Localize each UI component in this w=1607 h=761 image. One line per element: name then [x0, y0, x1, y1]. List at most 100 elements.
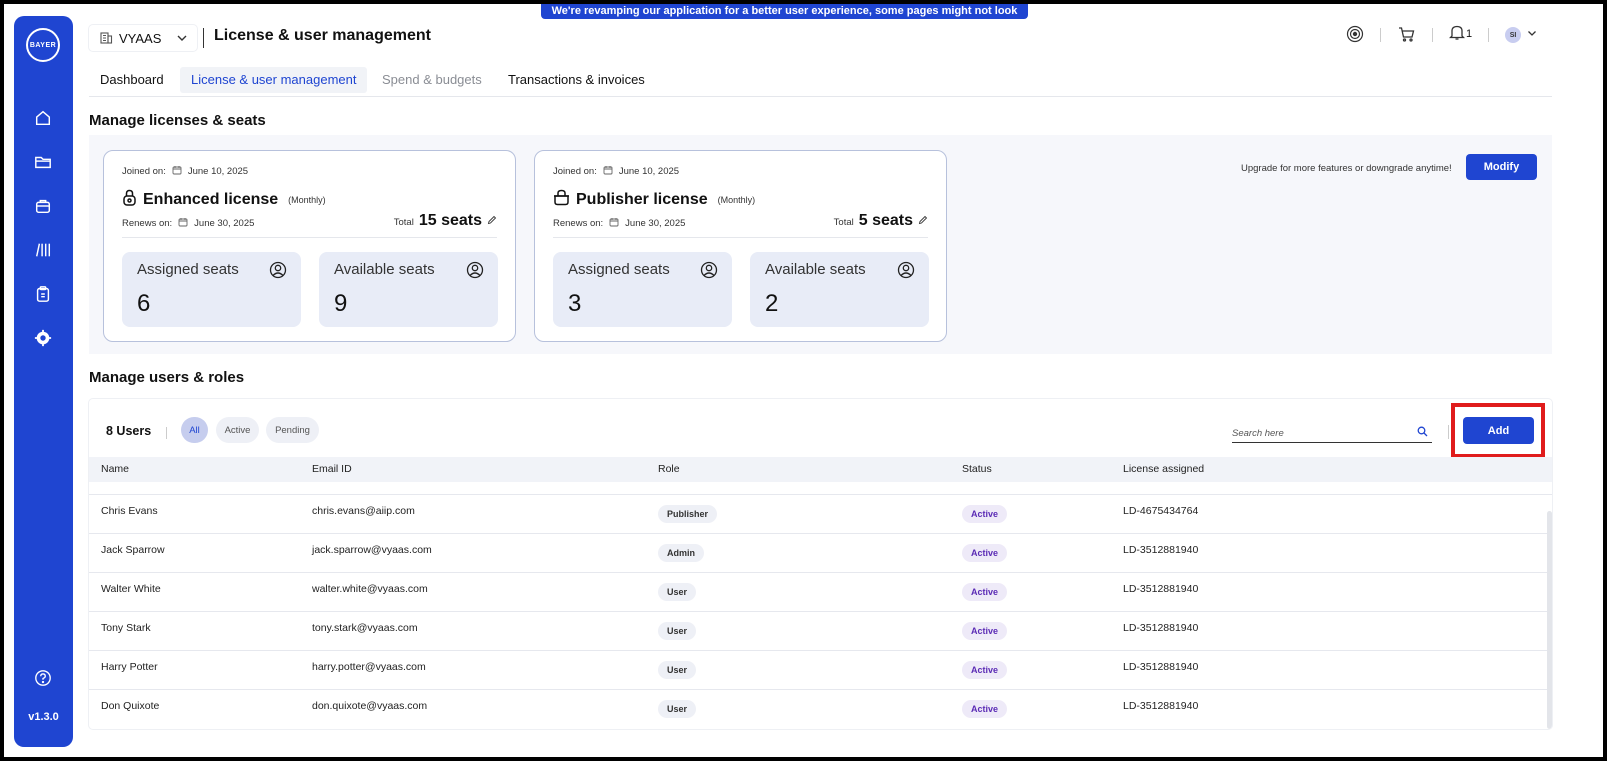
users-count: 8 Users: [106, 424, 152, 438]
sidebar: BAYER v1.3.0: [14, 16, 73, 747]
role-badge: User: [658, 622, 697, 640]
assigned-seats-box: Assigned seats 6: [122, 252, 301, 327]
edit-icon[interactable]: [487, 212, 497, 230]
edit-icon[interactable]: [918, 212, 928, 230]
licenses-panel: Joined on: June 10, 2025 Enhanced licens…: [89, 135, 1552, 354]
calendar-icon: [603, 165, 613, 178]
calendar-icon: [178, 217, 188, 230]
filter-pending[interactable]: Pending: [266, 417, 319, 443]
license-name: Publisher license (Monthly): [553, 189, 755, 211]
org-selector[interactable]: VYAAS: [89, 25, 197, 51]
status-badge: Active: [962, 700, 1008, 718]
status-badge: Active: [962, 622, 1008, 640]
table-scrollbar[interactable]: [1547, 511, 1552, 729]
calendar-icon: [172, 165, 182, 178]
available-seats-box: Available seats 2: [750, 252, 929, 327]
publisher-icon: [553, 189, 570, 211]
header-separator: [1380, 28, 1381, 42]
role-badge: Admin: [658, 544, 704, 562]
status-badge: Active: [962, 583, 1008, 601]
settings-icon[interactable]: [33, 328, 53, 348]
home-icon[interactable]: [33, 108, 53, 128]
status-badge: Active: [962, 505, 1008, 523]
table-row[interactable]: Harry Potter harry.potter@vyaas.com User…: [89, 650, 1552, 689]
cart-icon[interactable]: [1398, 25, 1415, 43]
licenses-section-title: Manage licenses & seats: [89, 112, 266, 129]
notification-count: 1: [1466, 28, 1473, 40]
bayer-logo[interactable]: BAYER: [26, 28, 60, 62]
column-role[interactable]: Role: [658, 463, 680, 475]
assigned-seats-box: Assigned seats 3: [553, 252, 732, 327]
user-circle-icon: [269, 261, 287, 284]
header-separator: [1488, 28, 1489, 42]
filter-active[interactable]: Active: [216, 417, 259, 443]
table-header: Name Email ID Role Status License assign…: [89, 457, 1552, 482]
card-divider: [122, 237, 497, 238]
user-menu[interactable]: SI: [1505, 26, 1538, 44]
folder-icon[interactable]: [33, 152, 53, 172]
users-panel: 8 Users All Active Pending Add Name Emai…: [89, 399, 1552, 729]
table-row[interactable]: Chris Evans chris.evans@aiip.com Publish…: [89, 494, 1552, 533]
joined-on: Joined on: June 10, 2025: [122, 165, 249, 178]
search-box: [1232, 423, 1432, 443]
modify-button[interactable]: Modify: [1466, 154, 1537, 180]
total-seats: Total 5 seats: [834, 212, 928, 230]
page-title: License & user management: [214, 27, 431, 44]
table-row[interactable]: Jack Sparrow jack.sparrow@vyaas.com Admi…: [89, 533, 1552, 572]
user-circle-icon: [700, 261, 718, 284]
chevron-down-icon: [175, 31, 189, 48]
app-version: v1.3.0: [28, 711, 59, 723]
search-icon[interactable]: [1417, 424, 1428, 442]
column-license[interactable]: License assigned: [1123, 463, 1204, 475]
users-separator: [166, 427, 167, 439]
role-badge: Publisher: [658, 505, 718, 523]
header-divider: [203, 28, 204, 48]
renews-on: Renews on: June 30, 2025: [553, 217, 686, 230]
column-status[interactable]: Status: [962, 463, 992, 475]
card-divider: [553, 237, 928, 238]
calendar-icon: [609, 217, 619, 230]
user-circle-icon: [466, 261, 484, 284]
available-seats-box: Available seats 9: [319, 252, 498, 327]
header-separator: [1432, 28, 1433, 42]
avatar: SI: [1505, 27, 1521, 43]
role-badge: User: [658, 661, 697, 679]
column-name[interactable]: Name: [101, 463, 129, 475]
filter-all[interactable]: All: [181, 417, 208, 443]
bell-icon: [1448, 24, 1466, 44]
notifications-button[interactable]: 1: [1448, 24, 1473, 44]
license-name: Enhanced license (Monthly): [122, 189, 326, 211]
org-name: VYAAS: [119, 30, 162, 46]
tab-transactions-invoices[interactable]: Transactions & invoices: [497, 67, 656, 93]
chevron-down-icon: [1526, 26, 1538, 44]
status-badge: Active: [962, 661, 1008, 679]
help-icon[interactable]: [33, 668, 53, 688]
table-row[interactable]: Walter White walter.white@vyaas.com User…: [89, 572, 1552, 611]
library-icon[interactable]: [33, 240, 53, 260]
building-icon: [99, 30, 113, 47]
tab-spend-budgets[interactable]: Spend & budgets: [371, 67, 493, 93]
bag-icon[interactable]: [33, 196, 53, 216]
lock-icon: [122, 189, 137, 211]
license-card-enhanced: Joined on: June 10, 2025 Enhanced licens…: [103, 150, 516, 342]
tab-bar: Dashboard License & user management Spen…: [89, 64, 1552, 97]
role-badge: User: [658, 700, 697, 718]
clipboard-icon[interactable]: [33, 284, 53, 304]
tab-dashboard[interactable]: Dashboard: [89, 67, 175, 93]
users-section-title: Manage users & roles: [89, 369, 245, 386]
table-row[interactable]: Don Quixote don.quixote@vyaas.com User A…: [89, 689, 1552, 728]
upgrade-text: Upgrade for more features or downgrade a…: [1241, 163, 1452, 174]
users-separator: [1448, 425, 1449, 439]
table-row[interactable]: Tony Stark tony.stark@vyaas.com User Act…: [89, 611, 1552, 650]
user-circle-icon: [897, 261, 915, 284]
add-user-button[interactable]: Add: [1463, 417, 1534, 444]
column-email[interactable]: Email ID: [312, 463, 352, 475]
tab-license-user-management[interactable]: License & user management: [180, 67, 368, 93]
renews-on: Renews on: June 30, 2025: [122, 217, 255, 230]
search-input[interactable]: [1232, 424, 1407, 443]
joined-on: Joined on: June 10, 2025: [553, 165, 680, 178]
app-frame: BAYER v1.3.0 We're revamping our applica…: [4, 4, 1603, 757]
role-badge: User: [658, 583, 697, 601]
license-card-publisher: Joined on: June 10, 2025 Publisher licen…: [534, 150, 947, 342]
ai-assistant-icon[interactable]: [1346, 25, 1364, 43]
